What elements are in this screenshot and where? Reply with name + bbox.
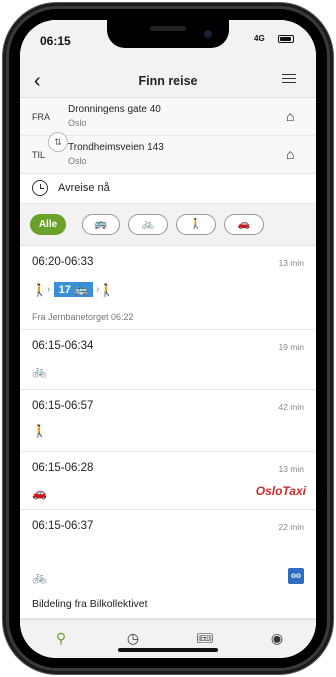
bicycle-icon: 🚲 <box>32 570 47 584</box>
phone-frame: 06:15 4G ‹ Finn reise FRA Dronningens ga… <box>0 0 336 677</box>
trip-duration: 13 min <box>278 258 304 268</box>
battery-icon <box>278 35 294 43</box>
trip-row[interactable]: 06:20-06:33 13 min 🚶 › 17 🚌 › 🚶 Fra Jern… <box>20 246 316 330</box>
trip-row[interactable]: 06:15-06:28 13 min 🚗 OsloTaxi <box>20 452 316 510</box>
oslotaxi-logo: OsloTaxi <box>255 484 306 498</box>
to-address: Trondheimsveien 143 <box>68 142 164 153</box>
tab-profile[interactable]: ◉ <box>264 628 290 648</box>
bicycle-icon: 🚲 <box>32 364 47 378</box>
from-field[interactable]: FRA Dronningens gate 40 Oslo ⌂ <box>20 98 316 136</box>
filter-chip-bus[interactable]: 🚌 <box>82 214 120 235</box>
status-time: 06:15 <box>40 34 71 48</box>
to-city: Oslo <box>68 156 87 166</box>
tab-trip-planner[interactable]: ⚲ <box>48 628 74 648</box>
trip-row[interactable]: 06:15-06:37 22 min 🚲 oo Bildeling fra Bi… <box>20 510 316 619</box>
walk-icon: 🚶 <box>32 424 47 438</box>
trip-duration: 42 min <box>278 402 304 412</box>
trip-departure-info: Fra Jernbanetorget 06:22 <box>32 312 134 322</box>
app-screen: 06:15 4G ‹ Finn reise FRA Dronningens ga… <box>20 20 316 658</box>
tab-bar: ⚲ ◷ 🎟 ◉ <box>20 619 316 658</box>
home-icon[interactable]: ⌂ <box>286 108 294 124</box>
ticket-icon: 🎟 <box>196 630 214 646</box>
tab-tickets[interactable]: 🎟 <box>192 628 218 648</box>
walk-icon: 🚶 <box>99 282 115 297</box>
trip-duration: 13 min <box>278 464 304 474</box>
bus-icon: 🚌 <box>94 219 108 230</box>
departure-text: Avreise nå <box>58 182 110 194</box>
trip-time: 06:15-06:57 <box>32 400 94 412</box>
trip-row[interactable]: 06:15-06:34 19 min 🚲 <box>20 330 316 390</box>
walk-icon: 🚶 <box>32 282 47 297</box>
trip-time: 06:15-06:34 <box>32 340 94 352</box>
trip-time: 06:15-06:28 <box>32 462 94 474</box>
home-indicator <box>118 648 218 652</box>
walk-icon: 🚶 <box>189 219 203 230</box>
trip-duration: 22 min <box>278 522 304 532</box>
mode-filter-bar: Alle 🚌 🚲 🚶 🚗 <box>20 204 316 246</box>
page-title: Finn reise <box>138 74 198 88</box>
bus-icon: 🚌 <box>73 284 88 296</box>
trip-time: 06:15-06:37 <box>32 520 94 532</box>
car-icon: 🚗 <box>237 219 251 230</box>
trip-provider-info: Bildeling fra Bilkollektivet <box>32 598 148 610</box>
departure-time-selector[interactable]: Avreise nå <box>20 174 316 204</box>
profile-icon: ◉ <box>270 630 284 646</box>
from-label: FRA <box>32 112 50 122</box>
from-city: Oslo <box>68 118 87 128</box>
car-icon: 🚗 <box>32 486 47 500</box>
clock-icon <box>32 180 48 196</box>
filter-chip-all[interactable]: Alle <box>30 214 66 235</box>
bicycle-icon: 🚲 <box>141 219 155 230</box>
trip-time: 06:20-06:33 <box>32 256 94 268</box>
speaker <box>150 26 186 31</box>
network-indicator: 4G <box>254 34 265 43</box>
filter-settings-icon[interactable] <box>282 74 296 86</box>
bike-share-logo: oo <box>288 568 304 584</box>
trip-row[interactable]: 06:15-06:57 42 min 🚶 <box>20 390 316 452</box>
from-address: Dronningens gate 40 <box>68 104 161 115</box>
home-icon[interactable]: ⌂ <box>286 146 294 162</box>
tab-departures[interactable]: ◷ <box>120 628 146 648</box>
filter-chip-bike[interactable]: 🚲 <box>128 214 168 235</box>
bus-line-number: 17 <box>58 284 71 296</box>
filter-chip-car[interactable]: 🚗 <box>224 214 264 235</box>
nav-header: ‹ Finn reise <box>20 64 316 98</box>
trip-duration: 19 min <box>278 342 304 352</box>
trip-legs: 🚶 › 17 🚌 › 🚶 <box>32 282 115 297</box>
clock-icon: ◷ <box>126 630 140 646</box>
filter-chip-walk[interactable]: 🚶 <box>176 214 216 235</box>
to-label: TIL <box>32 150 46 160</box>
camera <box>204 30 212 38</box>
swap-icon[interactable]: ⇅ <box>48 132 68 152</box>
route-pin-icon: ⚲ <box>55 630 67 646</box>
bus-line-badge: 17 🚌 <box>53 282 93 297</box>
